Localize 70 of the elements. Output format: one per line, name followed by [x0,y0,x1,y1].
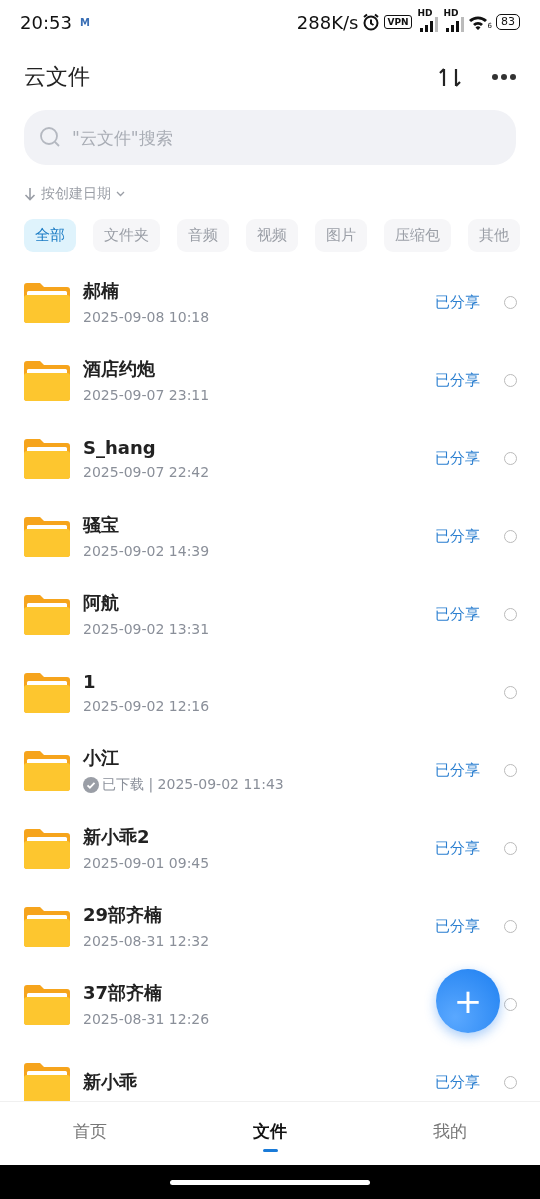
filter-chip[interactable]: 全部 [24,219,76,252]
shared-status: 已分享 [435,526,480,546]
add-button[interactable]: + [436,969,500,1033]
folder-icon [24,593,70,635]
search-field[interactable]: "云文件"搜索 [24,110,516,165]
file-date: 2025-09-07 22:42 [83,463,210,480]
shared-status: 已分享 [435,1072,480,1092]
caret-icon [116,191,125,197]
file-date: 2025-09-07 23:11 [83,387,210,403]
notification-letter: M [79,16,90,28]
file-name: 酒店约炮 [83,357,155,381]
file-name: 29部齐楠 [83,903,163,927]
file-date: 2025-08-31 12:26 [83,1011,210,1027]
file-name: 骚宝 [83,513,119,537]
folder-icon [24,671,70,713]
folder-icon [24,905,70,947]
sort-icon[interactable] [438,66,462,88]
battery-level: 83 [496,14,520,30]
folder-icon [24,983,70,1025]
clock-time: 20:53 [20,11,72,33]
file-date: 已下载 | 2025-09-02 11:43 [102,776,284,794]
file-date: 2025-09-02 12:16 [83,697,210,714]
filter-chip[interactable]: 音频 [177,219,229,252]
shared-status: 已分享 [435,760,480,780]
network-speed: 288K/s [296,11,359,33]
shared-status: 已分享 [435,292,480,312]
file-name: 新小乖 [83,1070,137,1094]
folder-icon [24,1061,70,1101]
wifi-icon [467,14,488,30]
page-title: 云文件 [24,63,91,91]
shared-status: 已分享 [435,448,480,468]
shared-status: 已分享 [435,604,480,624]
check-icon [83,777,99,793]
file-name: 小江 [83,746,119,770]
vpn-badge: VPN [384,15,412,29]
folder-icon [24,281,70,323]
file-name: 郝楠 [83,279,119,303]
file-date: 2025-09-08 10:18 [83,309,210,325]
shared-status: 已分享 [435,838,480,858]
file-date: 2025-09-01 09:45 [83,855,210,871]
hd-label: HD [443,8,459,18]
file-name: 阿航 [83,591,119,615]
file-name: 新小乖2 [83,825,150,849]
folder-icon [24,827,70,869]
filter-chip[interactable]: 其他 [468,219,520,252]
filter-chip[interactable]: 图片 [315,219,367,252]
home-indicator[interactable] [170,1179,370,1185]
file-date: 2025-09-02 13:31 [83,621,210,637]
more-icon[interactable] [492,74,516,80]
signal-icon [419,16,438,32]
shared-status: 已分享 [435,916,480,936]
folder-icon [24,749,70,791]
folder-icon [24,515,70,557]
file-name: 37部齐楠 [83,981,163,1005]
search-icon [40,127,60,147]
down-arrow-icon [24,187,36,201]
file-name: 1 [83,670,96,692]
alarm-icon [362,13,381,31]
file-date: 2025-08-31 12:32 [83,933,210,949]
filter-chip[interactable]: 压缩包 [384,219,451,252]
file-name: S_hang [83,436,156,458]
folder-icon [24,437,70,479]
signal-icon [445,16,464,32]
sort-option[interactable]: 按创建日期 [41,185,111,203]
shared-status: 已分享 [435,370,480,390]
hd-label: HD [417,8,433,18]
filter-chip[interactable]: 文件夹 [93,219,160,252]
file-date: 2025-09-02 14:39 [83,543,210,559]
filter-chip[interactable]: 视频 [246,219,298,252]
folder-icon [24,359,70,401]
